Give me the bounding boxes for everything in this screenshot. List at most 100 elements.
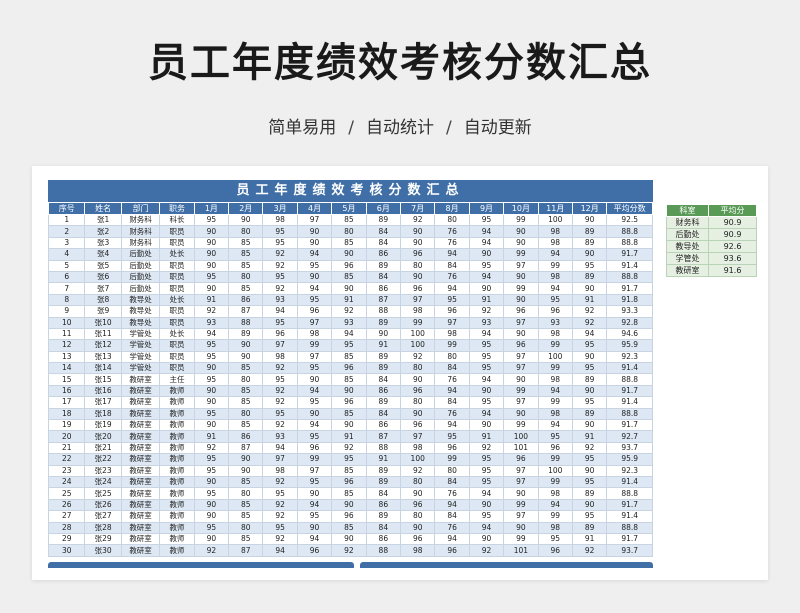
- table-cell: 88: [365, 441, 402, 455]
- table-cell: 3: [47, 236, 86, 250]
- table-cell: 88.8: [606, 225, 653, 238]
- table-cell: 99: [503, 419, 539, 432]
- performance-table: 序号 姓名 部门 职务 1月 2月 3月 4月 5月 6月 7月 8月 9月 10月 11月 12月 平均分数 …: [47, 202, 653, 557]
- table-cell: 96: [331, 475, 367, 489]
- table-cell: 85: [331, 407, 367, 421]
- table-cell: 96: [331, 259, 367, 272]
- table-cell: 100: [400, 453, 436, 466]
- summary-row: 财务科 90.9: [666, 216, 757, 229]
- table-cell: 85: [228, 498, 264, 512]
- table-cell: 93: [262, 293, 298, 307]
- table-cell: 95: [262, 407, 298, 421]
- table-cell: 85: [228, 532, 264, 546]
- table-cell: 26: [47, 498, 86, 512]
- table-cell: 96: [503, 339, 539, 352]
- table-cell: 95: [468, 464, 505, 478]
- column-header: 平均分数: [606, 202, 653, 215]
- table-cell: 92.3: [606, 464, 653, 478]
- main-table-wrap: 员工年度绩效考核分数汇总 序号 姓名 部门 职务 1月 2月 3月 4月 5月 6月 7月 8月 9月 1…: [47, 180, 653, 557]
- table-cell: 91: [331, 430, 367, 443]
- table-row: 13 张13 学管处 职员 95 90 98 97 85 89 92 80 95 97 100 90 92.3: [47, 350, 653, 364]
- table-cell: 96: [400, 384, 436, 398]
- table-cell: 99: [503, 282, 539, 295]
- column-header: 部门: [120, 202, 161, 215]
- table-cell: 92: [193, 441, 230, 455]
- table-cell: 教师: [159, 521, 195, 534]
- table-cell: 教研室: [120, 475, 161, 489]
- table-cell: 98: [537, 407, 573, 421]
- table-cell: 96: [434, 441, 470, 455]
- bottom-bar: [360, 562, 653, 568]
- table-cell: 张20: [84, 430, 122, 443]
- table-cell: 95: [193, 464, 230, 478]
- table-row: 30 张30 教研室 教师 92 87 94 96 92 88 98 96 92 101 96 92 93.7: [47, 544, 653, 557]
- table-cell: 93.7: [606, 544, 653, 557]
- table-cell: 90: [228, 453, 264, 466]
- table-cell: 90: [468, 248, 505, 261]
- table-cell: 90: [571, 419, 608, 432]
- table-cell: 教研室: [120, 498, 161, 512]
- table-cell: 95: [571, 259, 608, 272]
- table-cell: 91.7: [606, 532, 653, 546]
- column-header: 6月: [365, 202, 402, 215]
- table-cell: 84: [365, 270, 402, 284]
- table-cell: 98: [262, 213, 298, 227]
- table-cell: 95: [468, 362, 505, 375]
- table-cell: 96: [537, 305, 573, 318]
- table-cell: 90: [193, 362, 230, 375]
- table-cell: 95.9: [606, 339, 653, 352]
- table-cell: 97: [400, 293, 436, 307]
- table-row: 9 张9 教导处 职员 92 87 94 96 92 88 98 96 92 96 96 92 93.3: [47, 305, 653, 318]
- table-cell: 99: [503, 248, 539, 261]
- table-cell: 88: [365, 544, 402, 557]
- table-cell: 85: [228, 259, 264, 272]
- table-cell: 80: [400, 396, 436, 409]
- table-cell: 89: [571, 225, 608, 238]
- table-cell: 100: [537, 350, 573, 364]
- table-cell: 96: [503, 305, 539, 318]
- table-cell: 95.9: [606, 453, 653, 466]
- table-cell: 95: [468, 475, 505, 489]
- table-cell: 86: [365, 532, 402, 546]
- table-cell: 97: [262, 339, 298, 352]
- table-cell: 85: [228, 419, 264, 432]
- table-cell: 92: [262, 362, 298, 375]
- table-cell: 95: [468, 510, 505, 523]
- table-cell: 91: [468, 430, 505, 443]
- table-cell: 90: [228, 339, 264, 352]
- table-cell: 95: [262, 236, 298, 250]
- table-cell: 86: [365, 419, 402, 432]
- table-cell: 90: [503, 373, 539, 386]
- table-cell: 76: [434, 225, 470, 238]
- table-cell: 95: [296, 430, 333, 443]
- table-cell: 84: [434, 475, 470, 489]
- table-cell: 处长: [159, 327, 195, 341]
- table-cell: 92: [262, 419, 298, 432]
- table-cell: 90: [400, 236, 436, 250]
- table-cell: 95: [571, 475, 608, 489]
- table-cell: 90: [365, 327, 402, 341]
- table-cell: 97: [503, 362, 539, 375]
- table-cell: 张1: [84, 213, 122, 227]
- table-cell: 张17: [84, 396, 122, 409]
- table-cell: 89: [365, 350, 402, 364]
- table-cell: 88: [228, 316, 264, 329]
- table-cell: 96: [296, 305, 333, 318]
- table-cell: 教师: [159, 441, 195, 455]
- table-cell: 94: [468, 270, 505, 284]
- table-cell: 92: [262, 475, 298, 489]
- table-cell: 职员: [159, 270, 195, 284]
- table-cell: 89: [365, 510, 402, 523]
- table-cell: 94: [468, 487, 505, 500]
- table-row: 20 张20 教研室 教师 91 86 93 95 91 87 97 95 91 100 95 91 92.7: [47, 430, 653, 443]
- table-cell: 90: [296, 521, 333, 534]
- summary-header-row: 科室 平均分: [666, 204, 757, 217]
- table-cell: 90: [400, 521, 436, 534]
- table-cell: 张7: [84, 282, 122, 295]
- table-cell: 89: [365, 362, 402, 375]
- table-cell: 100: [537, 213, 573, 227]
- table-cell: 教师: [159, 510, 195, 523]
- table-cell: 89: [571, 236, 608, 250]
- table-cell: 80: [434, 464, 470, 478]
- table-cell: 90: [193, 282, 230, 295]
